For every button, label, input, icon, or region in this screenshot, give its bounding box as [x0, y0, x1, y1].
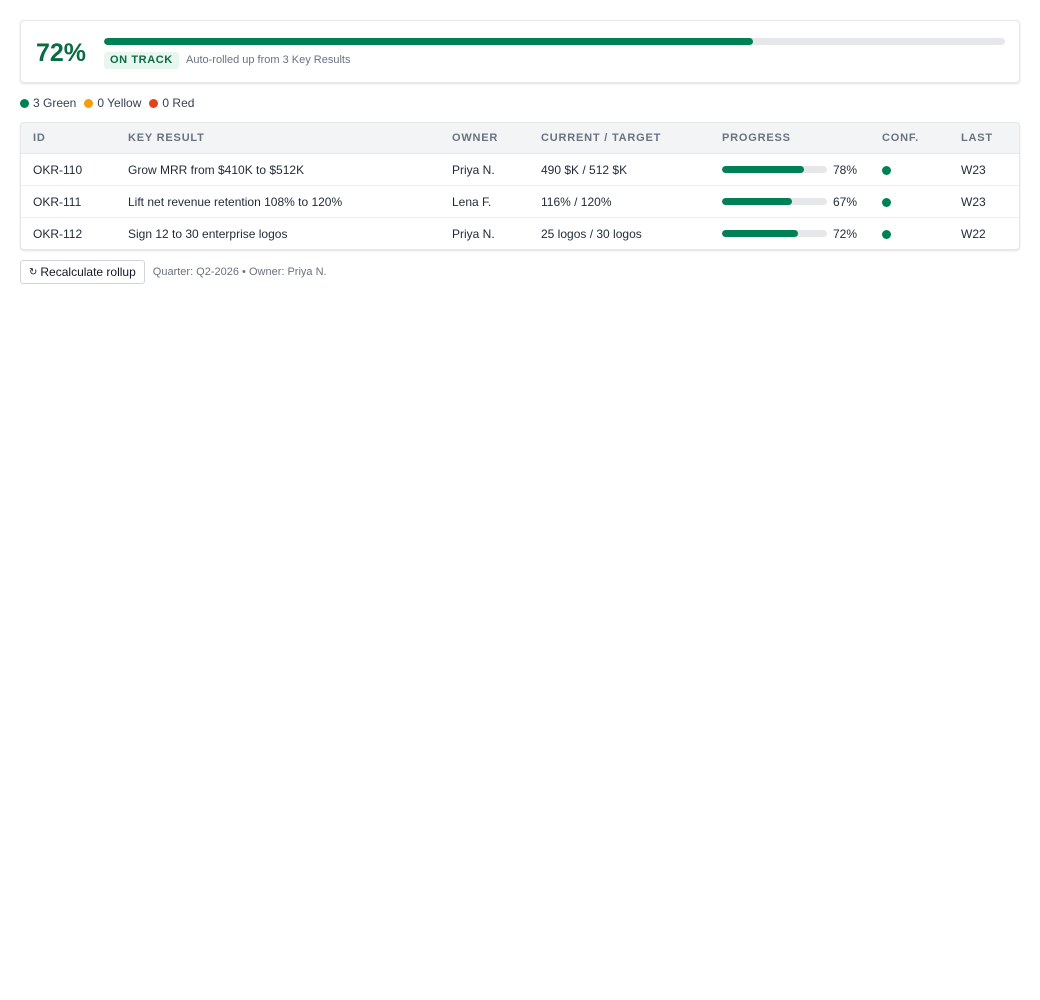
cell-owner: Priya N. [440, 153, 529, 186]
legend-green-label: 3 Green [33, 96, 77, 110]
cell-confidence [870, 153, 949, 186]
table-header-row: ID KEY RESULT OWNER CURRENT / TARGET PRO… [21, 123, 1019, 154]
rollup-note: Auto-rolled up from 3 Key Results [186, 54, 351, 66]
cell-id: OKR-110 [21, 153, 116, 186]
header-last[interactable]: LAST [949, 123, 1019, 154]
cell-progress: 78% [710, 153, 870, 186]
header-confidence[interactable]: CONF. [870, 123, 949, 154]
row-progress-fill [722, 230, 798, 237]
cell-progress: 72% [710, 218, 870, 250]
green-dot-icon [20, 98, 29, 108]
status-badge: ON TRACK [104, 52, 179, 69]
confidence-legend: 3 Green 0 Yellow 0 Red [20, 95, 202, 111]
row-progress-label: 72% [833, 226, 858, 241]
legend-green: 3 Green [20, 96, 76, 110]
legend-yellow-label: 0 Yellow [97, 96, 142, 110]
header-owner[interactable]: OWNER [440, 123, 529, 154]
cell-key-result: Grow MRR from $410K to $512K [116, 153, 440, 186]
table-row[interactable]: OKR-110 Grow MRR from $410K to $512K Pri… [21, 153, 1019, 186]
row-progress-bar [722, 166, 827, 173]
cell-last: W23 [949, 185, 1019, 218]
header-key-result[interactable]: KEY RESULT [116, 123, 440, 154]
footer-bar: ↻ Recalculate rollup Quarter: Q2-2026 • … [20, 260, 327, 284]
recalculate-rollup-button[interactable]: ↻ Recalculate rollup [20, 260, 145, 284]
legend-red: 0 Red [149, 96, 194, 110]
cell-last: W22 [961, 226, 986, 241]
cell-key-result: Sign 12 to 30 enterprise logos [128, 226, 288, 241]
overall-progress-fill [104, 38, 753, 45]
row-progress-bar [722, 198, 827, 205]
cell-confidence [870, 185, 949, 218]
header-progress[interactable]: PROGRESS [710, 123, 870, 154]
cell-id: OKR-111 [21, 185, 116, 218]
confidence-dot-icon [882, 165, 891, 175]
table-row[interactable]: OKR-111 Lift net revenue retention 108% … [21, 185, 1019, 218]
cell-confidence [870, 218, 949, 250]
cell-current-target: 490 $K / 512 $K [529, 153, 710, 186]
cell-owner: Lena F. [440, 185, 529, 218]
legend-red-label: 0 Red [162, 96, 195, 110]
key-results-table: ID KEY RESULT OWNER CURRENT / TARGET PRO… [21, 123, 1019, 250]
cell-last: W23 [949, 153, 1019, 186]
refresh-icon: ↻ [29, 266, 38, 278]
summary-card: 72% ON TRACK Auto-rolled up from 3 Key R… [20, 20, 1020, 83]
cell-current-target: 116% / 120% [529, 185, 710, 218]
row-progress-label: 67% [833, 194, 858, 209]
cell-id: OKR-112 [33, 226, 83, 241]
okr-rollup-panel: 72% ON TRACK Auto-rolled up from 3 Key R… [20, 20, 1020, 284]
overall-progress-bar [104, 38, 1005, 45]
yellow-dot-icon [84, 98, 94, 108]
header-id[interactable]: ID [21, 123, 116, 154]
cell-progress: 67% [710, 185, 870, 218]
confidence-dot-icon [882, 229, 891, 239]
cell-key-result: Lift net revenue retention 108% to 120% [116, 185, 440, 218]
table-row[interactable]: OKR-112 Sign 12 to 30 enterprise logos P… [21, 218, 1019, 250]
header-current-target[interactable]: CURRENT / TARGET [529, 123, 710, 154]
row-progress-fill [722, 166, 804, 173]
row-progress-fill [722, 198, 793, 205]
overall-percent: 72% [36, 39, 87, 67]
confidence-dot-icon [882, 197, 891, 207]
key-results-table-card: ID KEY RESULT OWNER CURRENT / TARGET PRO… [20, 122, 1020, 250]
cell-owner: Priya N. [452, 226, 495, 241]
red-dot-icon [149, 98, 159, 108]
quarter-owner-meta: Quarter: Q2-2026 • Owner: Priya N. [152, 266, 327, 278]
row-progress-bar [722, 230, 827, 237]
row-progress-label: 78% [833, 162, 858, 177]
cell-current-target: 25 logos / 30 logos [541, 226, 642, 241]
recalculate-label: Recalculate rollup [40, 265, 136, 279]
legend-yellow: 0 Yellow [84, 96, 141, 110]
